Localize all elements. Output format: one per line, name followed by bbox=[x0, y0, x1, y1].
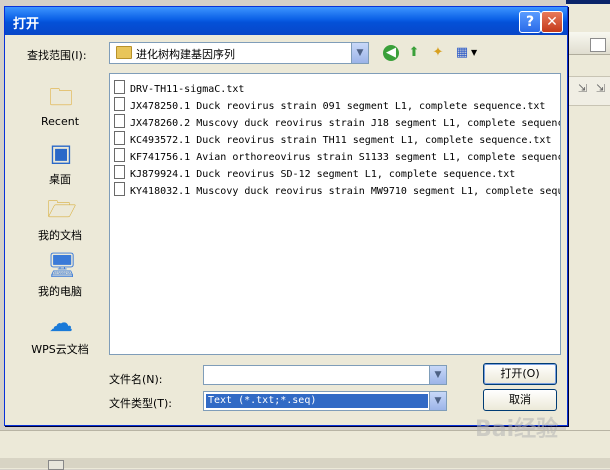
open-button[interactable]: 打开(O) bbox=[483, 363, 557, 385]
text-file-icon bbox=[114, 97, 125, 111]
view-menu-chevron-icon[interactable]: ▼ bbox=[471, 48, 477, 57]
background-scrollbar bbox=[0, 458, 610, 468]
background-tool-icon: ⇲ bbox=[596, 82, 606, 95]
watermark: Bai经验 bbox=[475, 417, 559, 442]
back-icon[interactable]: ◀ bbox=[383, 45, 399, 61]
look-in-combo[interactable]: 进化树构建基因序列 ▼ bbox=[109, 42, 369, 64]
place-recent[interactable]: 🗀 Recent bbox=[13, 83, 107, 135]
close-icon: ✕ bbox=[546, 14, 558, 30]
background-control bbox=[590, 38, 606, 52]
computer-icon: 🖥 bbox=[47, 251, 78, 279]
file-name: KJ879924.1 Duck reovirus SD-12 segment L… bbox=[130, 169, 516, 180]
chevron-down-icon[interactable]: ▼ bbox=[429, 392, 446, 410]
open-dialog: 打开 ? ✕ 查找范围(I): 进化树构建基因序列 ▼ ◀ ⬆ ✦ ▦ ▼ 🗀 … bbox=[4, 6, 568, 442]
help-button[interactable]: ? bbox=[519, 11, 541, 33]
folder-icon bbox=[116, 46, 132, 59]
dialog-title: 打开 bbox=[13, 17, 40, 32]
close-button[interactable]: ✕ bbox=[541, 11, 563, 33]
recent-icon: 🗀 bbox=[49, 83, 73, 111]
help-icon: ? bbox=[525, 14, 535, 30]
background-titlebar bbox=[566, 0, 610, 4]
list-item[interactable]: JX478250.1 Duck reovirus strain 091 segm… bbox=[114, 97, 560, 113]
place-label: Recent bbox=[40, 115, 80, 128]
place-desktop[interactable]: ▣ 桌面 bbox=[13, 139, 107, 191]
look-in-value: 进化树构建基因序列 bbox=[136, 48, 235, 61]
cancel-button[interactable]: 取消 bbox=[483, 389, 557, 411]
text-file-icon bbox=[114, 182, 125, 196]
background-scroll-button bbox=[48, 460, 64, 470]
cloud-icon: ☁ bbox=[49, 309, 73, 337]
new-folder-icon[interactable]: ✦ bbox=[429, 44, 447, 62]
filetype-select[interactable]: Text (*.txt;*.seq) ▼ bbox=[203, 391, 447, 411]
background-tool-icon: ⇲ bbox=[578, 82, 588, 95]
list-item[interactable]: KY418032.1 Muscovy duck reovirus strain … bbox=[114, 182, 560, 198]
text-file-icon bbox=[114, 148, 125, 162]
places-bar: 🗀 Recent ▣ 桌面 🗁 我的文档 🖥 我的电脑 ☁ WPS云文档 bbox=[13, 73, 107, 363]
place-label: 我的电脑 bbox=[38, 285, 82, 298]
documents-icon: 🗁 bbox=[47, 195, 77, 223]
chevron-down-icon[interactable]: ▼ bbox=[429, 366, 446, 384]
chevron-down-icon[interactable]: ▼ bbox=[351, 43, 368, 63]
view-menu-icon[interactable]: ▦ bbox=[453, 44, 471, 62]
place-label: 桌面 bbox=[49, 173, 71, 186]
filetype-label: 文件类型(T): bbox=[109, 397, 173, 410]
filename-label: 文件名(N): bbox=[109, 373, 163, 386]
place-computer[interactable]: 🖥 我的电脑 bbox=[13, 251, 107, 303]
text-file-icon bbox=[114, 80, 125, 94]
file-name: JX478250.1 Duck reovirus strain 091 segm… bbox=[130, 101, 546, 112]
dialog-titlebar[interactable]: 打开 ? ✕ bbox=[5, 7, 567, 35]
place-wps-cloud[interactable]: ☁ WPS云文档 bbox=[13, 309, 107, 361]
text-file-icon bbox=[114, 131, 125, 145]
list-item[interactable]: DRV-TH11-sigmaC.txt bbox=[114, 80, 560, 96]
desktop-icon: ▣ bbox=[49, 139, 73, 167]
list-item[interactable]: KF741756.1 Avian orthoreovirus strain S1… bbox=[114, 148, 561, 164]
file-name: KY418032.1 Muscovy duck reovirus strain … bbox=[130, 186, 560, 197]
place-label: WPS云文档 bbox=[31, 343, 89, 356]
file-name: KC493572.1 Duck reovirus strain TH11 seg… bbox=[130, 135, 552, 146]
list-item[interactable]: JX478260.2 Muscovy duck reovirus strain … bbox=[114, 114, 561, 130]
text-file-icon bbox=[114, 165, 125, 179]
list-item[interactable]: KJ879924.1 Duck reovirus SD-12 segment L… bbox=[114, 165, 560, 181]
file-list[interactable]: DRV-TH11-sigmaC.txt JX478250.1 Duck reov… bbox=[109, 73, 561, 355]
file-name: JX478260.2 Muscovy duck reovirus strain … bbox=[130, 118, 561, 129]
place-documents[interactable]: 🗁 我的文档 bbox=[13, 195, 107, 247]
filetype-value: Text (*.txt;*.seq) bbox=[206, 394, 428, 408]
file-name: DRV-TH11-sigmaC.txt bbox=[130, 84, 245, 95]
look-in-label: 查找范围(I): bbox=[27, 49, 87, 62]
filename-input[interactable]: ▼ bbox=[203, 365, 447, 385]
up-folder-icon[interactable]: ⬆ bbox=[405, 44, 423, 62]
list-item[interactable]: KC493572.1 Duck reovirus strain TH11 seg… bbox=[114, 131, 560, 147]
place-label: 我的文档 bbox=[38, 229, 82, 242]
background-window bbox=[566, 0, 610, 430]
text-file-icon bbox=[114, 114, 125, 128]
file-name: KF741756.1 Avian orthoreovirus strain S1… bbox=[130, 152, 561, 163]
